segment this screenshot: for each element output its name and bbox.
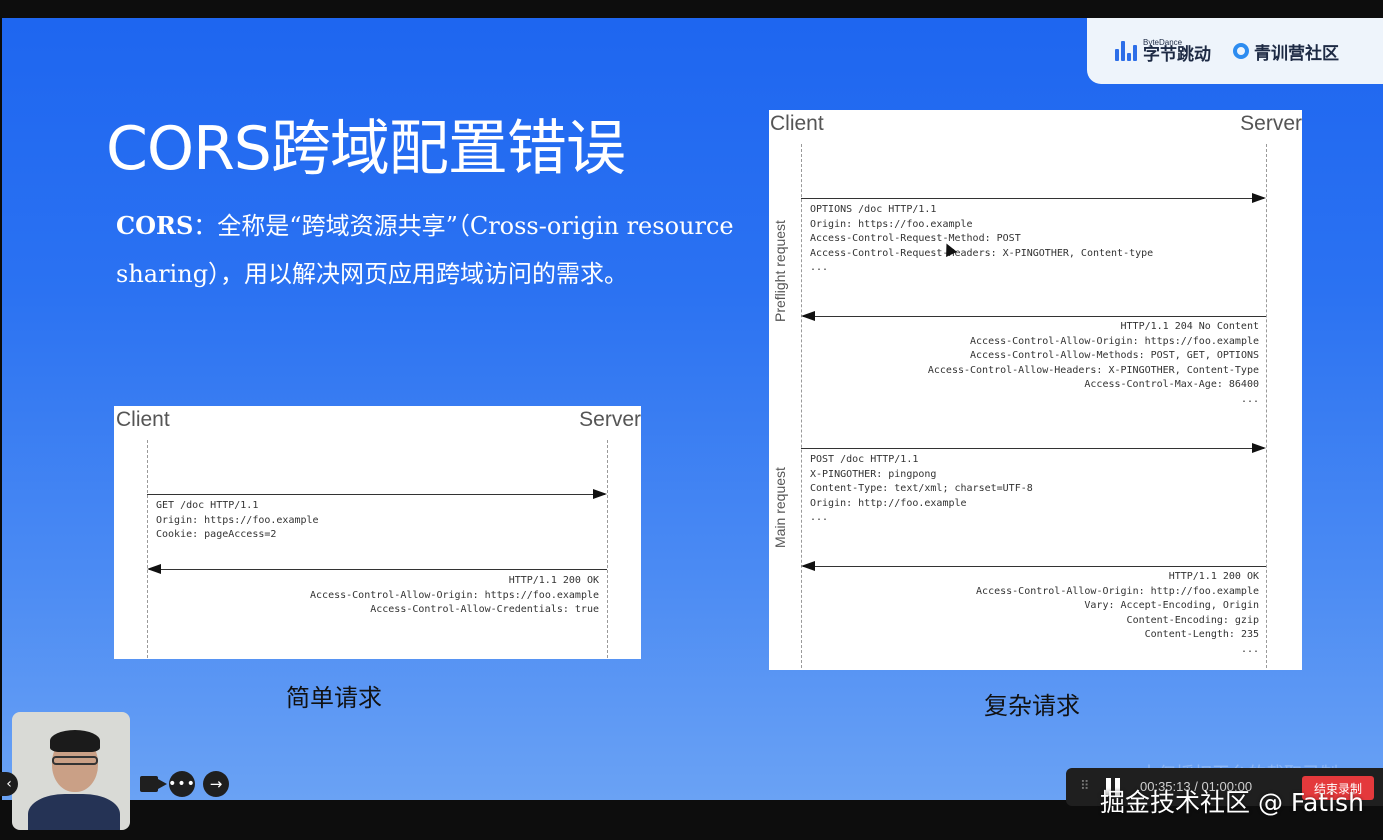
preflight-request-text: OPTIONS /doc HTTP/1.1 Origin: https://fo… (810, 204, 1154, 274)
community-name: 青训营社区 (1254, 43, 1339, 64)
preflight-request-arrow (801, 193, 1266, 203)
simple-request-diagram: Client Server GET /doc HTTP/1.1 Origin: … (114, 406, 641, 659)
server-label: Server (579, 408, 641, 431)
slide-title: CORS跨域配置错误 (106, 114, 626, 184)
response-text: HTTP/1.1 200 OK Access-Control-Allow-Ori… (310, 575, 599, 616)
video-camera-icon (140, 776, 167, 792)
complex-request-caption: 复杂请求 (984, 692, 1080, 720)
presenter-hair (50, 730, 100, 752)
client-lifeline (147, 440, 148, 658)
preflight-response-text: HTTP/1.1 204 No Content Access-Control-A… (927, 321, 1259, 405)
client-lifeline (801, 144, 802, 668)
arrow-right-icon: → (209, 775, 223, 793)
bytedance-name: 字节跳动 (1143, 44, 1211, 65)
slide-description: CORS：全称是“跨域资源共享”（Cross-origin resource s… (116, 202, 736, 298)
main-response-text: HTTP/1.1 200 OK Access-Control-Allow-Ori… (976, 571, 1259, 655)
top-bar (0, 0, 1383, 18)
response-arrow (147, 564, 607, 574)
server-label: Server (1240, 112, 1302, 135)
server-lifeline (607, 440, 608, 658)
ellipsis-icon: ••• (168, 776, 196, 792)
request-arrow (147, 489, 607, 499)
desc-term: CORS (116, 211, 194, 240)
client-label: Client (770, 112, 824, 135)
bytedance-logo: ByteDance 字节跳动 (1115, 38, 1211, 65)
preflight-response-arrow (801, 311, 1266, 321)
drag-handle-icon[interactable]: ⠿ (1080, 779, 1090, 794)
brand-logos: ByteDance 字节跳动 青训营社区 (1087, 18, 1383, 84)
juejin-watermark: 掘金技术社区 @ Fatish (1100, 788, 1364, 817)
request-text: GET /doc HTTP/1.1 Origin: https://foo.ex… (156, 500, 319, 541)
presenter-webcam (12, 712, 130, 830)
presenter-body (28, 794, 120, 830)
community-ring-icon (1233, 43, 1249, 59)
desc-text: ：全称是“跨域资源共享”（Cross-origin resource shari… (116, 212, 734, 288)
next-button[interactable]: → (203, 771, 229, 797)
camera-toggle-button[interactable] (134, 771, 167, 797)
server-lifeline (1266, 144, 1267, 668)
main-request-arrow (801, 443, 1266, 453)
preflight-label: Preflight request (772, 220, 788, 322)
presentation-slide: ByteDance 字节跳动 青训营社区 CORS跨域配置错误 CORS：全称是… (2, 18, 1383, 800)
chevron-left-icon: ‹ (6, 776, 12, 792)
bytedance-bars-icon (1115, 41, 1137, 61)
main-request-label: Main request (772, 467, 788, 548)
complex-request-diagram: Client Server Preflight request Main req… (769, 110, 1302, 670)
presenter-glasses (52, 756, 98, 765)
more-options-button[interactable]: ••• (168, 771, 196, 797)
main-request-text: POST /doc HTTP/1.1 X-PINGOTHER: pingpong… (810, 454, 1033, 524)
simple-request-caption: 简单请求 (286, 684, 382, 712)
community-logo: 青训营社区 (1233, 39, 1339, 64)
client-label: Client (116, 408, 170, 431)
main-response-arrow (801, 561, 1266, 571)
